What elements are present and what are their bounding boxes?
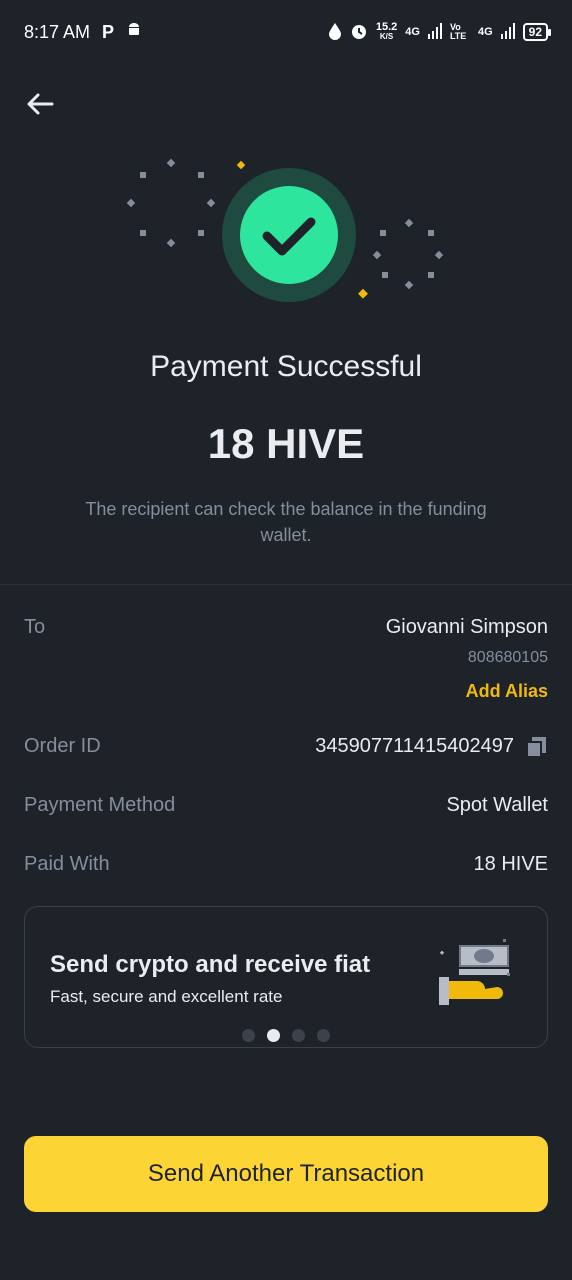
result-subtitle: The recipient can check the balance in t… xyxy=(85,499,487,545)
back-button[interactable] xyxy=(22,86,58,122)
carousel-dot[interactable] xyxy=(292,1029,305,1042)
speed-value: 15.2 xyxy=(375,21,398,33)
send-another-button[interactable]: Send Another Transaction xyxy=(24,1136,548,1212)
status-time: 8:17 AM xyxy=(24,21,91,42)
promo-title: Send crypto and receive fiat xyxy=(50,951,371,978)
paid-with-row: Paid With 18 HIVE xyxy=(24,853,548,876)
page-title: Payment Successful xyxy=(150,350,422,383)
network-1: 4G xyxy=(405,26,420,38)
arrow-left-icon xyxy=(27,93,54,115)
payment-method-value: Spot Wallet xyxy=(446,794,548,816)
carousel-dot[interactable] xyxy=(242,1029,255,1042)
add-alias-link[interactable]: Add Alias xyxy=(466,681,548,702)
payment-amount: 18 HIVE xyxy=(207,420,365,467)
promo-subtitle: Fast, secure and excellent rate xyxy=(50,987,283,1006)
parking-icon: P xyxy=(102,21,115,42)
payment-method-row: Payment Method Spot Wallet xyxy=(24,794,548,817)
net-speed: 15.2 K/S xyxy=(376,22,397,42)
signal-icon xyxy=(500,22,515,42)
carousel-dots xyxy=(0,1029,572,1042)
order-id-label: Order ID xyxy=(24,735,101,757)
drop-icon xyxy=(328,22,342,43)
network-2: 4G xyxy=(477,26,493,38)
to-label: To xyxy=(24,616,46,638)
paid-with-value: 18 HIVE xyxy=(473,853,548,875)
order-id-value: 345907711415402497 xyxy=(315,735,514,757)
divider xyxy=(0,584,572,585)
paid-with-label: Paid With xyxy=(24,853,110,875)
signal-icon xyxy=(427,22,442,42)
recipient-block: Giovanni Simpson 808680105 Add Alias xyxy=(386,616,548,702)
copy-icon[interactable] xyxy=(526,736,548,758)
recipient-name: Giovanni Simpson xyxy=(385,616,548,638)
status-bar: 8:17 AM P 15.2 K/S 4G Vo LTE 4G 92 xyxy=(0,0,572,64)
cash-hand-icon xyxy=(439,939,510,1005)
battery-indicator: 92 xyxy=(522,23,552,41)
carousel-dot[interactable] xyxy=(317,1029,330,1042)
speed-unit: K/S xyxy=(379,32,394,41)
order-id-row: Order ID 345907711415402497 xyxy=(24,735,548,758)
promo-banner[interactable]: Send crypto and receive fiat Fast, secur… xyxy=(24,906,548,1048)
recipient-id: 808680105 xyxy=(467,649,548,666)
success-illustration xyxy=(126,158,444,302)
volte-label: Vo LTE xyxy=(449,22,467,41)
carousel-dot-active[interactable] xyxy=(267,1029,280,1042)
payment-method-label: Payment Method xyxy=(24,794,176,816)
android-icon xyxy=(126,22,142,43)
alarm-icon xyxy=(350,22,368,43)
